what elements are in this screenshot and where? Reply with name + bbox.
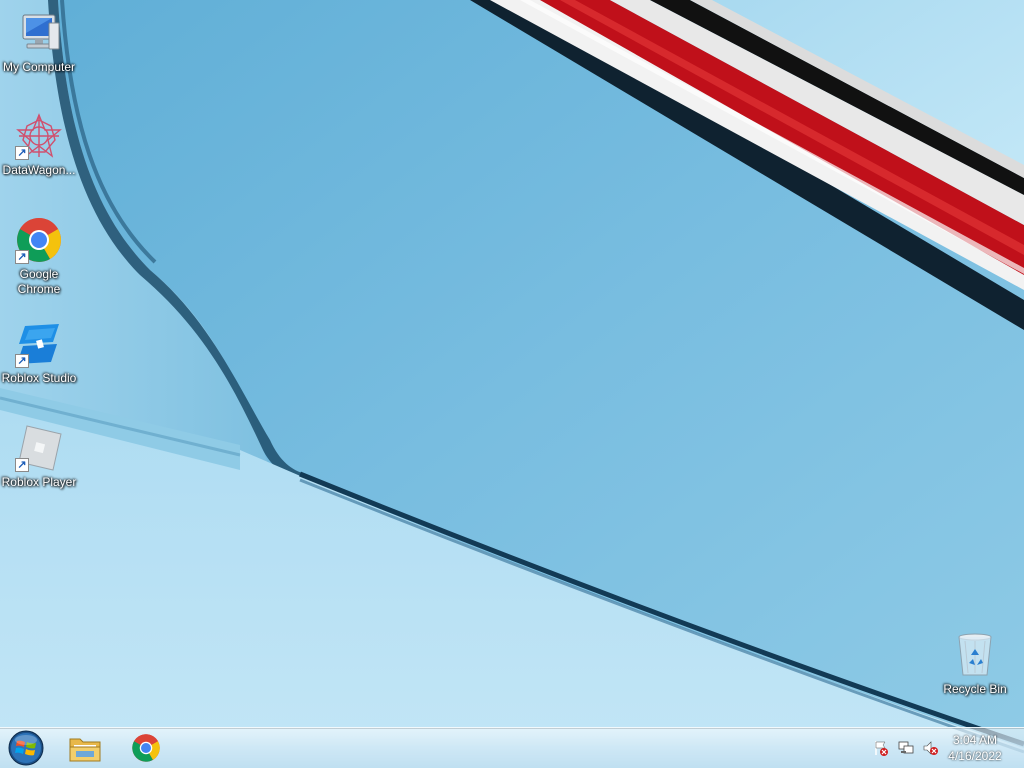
network-icon[interactable] bbox=[898, 740, 914, 756]
taskbar-file-explorer-button[interactable] bbox=[58, 730, 112, 766]
shortcut-arrow-icon: ↗ bbox=[15, 354, 29, 368]
action-center-flag-icon[interactable] bbox=[873, 740, 889, 756]
desktop-icon-label: Recycle Bin bbox=[943, 682, 1007, 696]
desktop-icon-recycle-bin[interactable]: Recycle Bin bbox=[937, 631, 1013, 697]
start-button[interactable] bbox=[7, 730, 45, 766]
computer-icon bbox=[15, 9, 63, 57]
windows-start-orb-icon bbox=[8, 730, 44, 766]
desktop-icon-roblox-studio[interactable]: ↗ Roblox Studio bbox=[1, 320, 77, 386]
volume-muted-icon[interactable] bbox=[922, 740, 938, 756]
shortcut-arrow-icon: ↗ bbox=[15, 250, 29, 264]
desktop-icon-google-chrome[interactable]: ↗ Google Chrome bbox=[1, 216, 77, 297]
system-clock[interactable]: 3:04 AM 4/16/2022 bbox=[940, 732, 1010, 764]
desktop-icon-label: Roblox Studio bbox=[1, 371, 77, 385]
desktop-icon-roblox-player[interactable]: ↗ Roblox Player bbox=[1, 424, 77, 490]
desktop-icon-my-computer[interactable]: My Computer bbox=[1, 9, 77, 75]
desktop-icon-label: Roblox Player bbox=[1, 475, 77, 489]
folder-icon bbox=[69, 738, 101, 762]
shortcut-arrow-icon: ↗ bbox=[15, 458, 29, 472]
recycle-bin-icon bbox=[951, 631, 999, 679]
taskbar: 3:04 AM 4/16/2022 bbox=[0, 727, 1024, 768]
roblox-player-icon: ↗ bbox=[15, 424, 63, 472]
desktop-icon-label: My Computer bbox=[2, 60, 76, 74]
desktop-icon-label: Google Chrome bbox=[17, 267, 61, 296]
wallpaper-image bbox=[0, 0, 1024, 768]
shortcut-arrow-icon: ↗ bbox=[15, 146, 29, 160]
chrome-icon: ↗ bbox=[15, 216, 63, 264]
clock-date: 4/16/2022 bbox=[948, 749, 1002, 763]
taskbar-chrome-button[interactable] bbox=[119, 730, 173, 766]
chrome-icon bbox=[132, 734, 160, 762]
desktop-icon-label: DataWagon... bbox=[2, 163, 76, 177]
desktop-icon-datawagon[interactable]: ↗ DataWagon... bbox=[1, 112, 77, 178]
desktop: My Computer ↗ DataWagon... ↗ Google Chro… bbox=[0, 0, 1024, 768]
clock-time: 3:04 AM bbox=[952, 733, 998, 747]
roblox-studio-icon: ↗ bbox=[15, 320, 63, 368]
datawagon-icon: ↗ bbox=[15, 112, 63, 160]
